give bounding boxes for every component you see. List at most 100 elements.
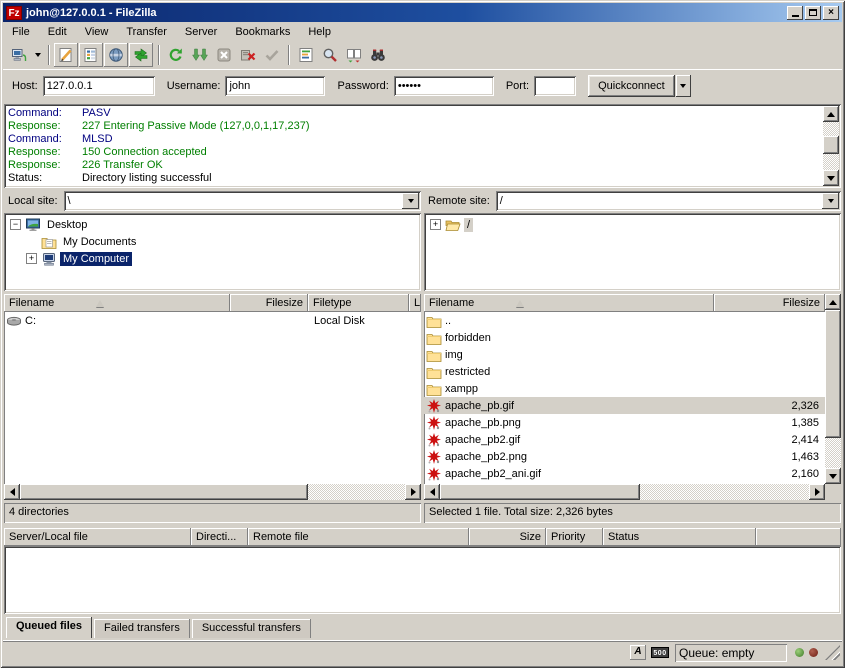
scroll-up-button[interactable] [825,294,841,310]
host-input[interactable] [43,76,155,96]
column-header-filename[interactable]: Filename [4,294,230,312]
folder-icon [426,313,442,329]
file-row[interactable]: apache_pb2.png 1,463 [424,448,825,465]
tab-failed-transfers[interactable]: Failed transfers [94,619,190,638]
queue-column-size[interactable]: Size [469,528,546,546]
file-name: C: [25,315,230,327]
file-row[interactable]: forbidden [424,329,825,346]
remote-site-combo[interactable]: / [496,191,841,211]
toggle-message-log-button[interactable] [54,43,78,67]
queue-column-remotefile[interactable]: Remote file [248,528,469,546]
queue-column-priority[interactable]: Priority [546,528,603,546]
file-row[interactable]: apache_pb2.gif 2,414 [424,431,825,448]
quickconnect-button[interactable]: Quickconnect [588,75,675,97]
close-icon: × [828,7,834,18]
password-input[interactable] [394,76,494,96]
remote-site-dropdown-button[interactable] [822,193,839,209]
local-site-label: Local site: [4,195,64,207]
expand-expander[interactable]: + [26,253,37,264]
file-search-button[interactable] [318,43,342,67]
resize-grip[interactable] [825,645,840,660]
activity-led-red [809,648,818,657]
port-input[interactable] [534,76,576,96]
quickconnect-dropdown-button[interactable] [676,75,691,97]
menu-transfer[interactable]: Transfer [117,24,176,40]
chevron-down-icon [828,199,834,203]
cancel-operation-button[interactable] [212,43,236,67]
tree-item-my-documents[interactable]: My Documents [6,233,419,250]
scroll-down-button[interactable] [825,468,841,484]
menu-edit[interactable]: Edit [39,24,76,40]
scroll-up-button[interactable] [823,106,839,122]
disconnect-button[interactable] [236,43,260,67]
status-bar: A 500 Queue: empty [3,640,842,665]
toggle-local-tree-button[interactable] [79,43,103,67]
local-site-dropdown-button[interactable] [402,193,419,209]
site-manager-dropdown-button[interactable] [31,43,44,67]
column-header-filetype[interactable]: Filetype [308,294,409,312]
synchronized-browsing-button[interactable] [366,43,390,67]
column-header-lastmodified[interactable]: L [409,294,421,312]
scroll-right-button[interactable] [405,484,421,500]
file-row-selected[interactable]: apache_pb.gif 2,326 [424,397,825,414]
scrollbar-thumb[interactable] [20,484,308,500]
column-header-filesize[interactable]: Filesize [230,294,308,312]
menu-bookmarks[interactable]: Bookmarks [226,24,299,40]
tab-successful-transfers[interactable]: Successful transfers [192,619,311,638]
file-name: apache_pb.gif [445,400,725,412]
site-manager-button[interactable] [7,43,31,67]
close-button[interactable]: × [823,6,839,20]
column-header-filename[interactable]: Filename [424,294,714,312]
menu-file[interactable]: File [3,24,39,40]
menu-server[interactable]: Server [176,24,226,40]
file-row[interactable]: img [424,346,825,363]
directory-comparison-button[interactable] [342,43,366,67]
local-site-combo[interactable]: \ [64,191,421,211]
refresh-button[interactable] [164,43,188,67]
scrollbar-thumb[interactable] [440,484,640,500]
tree-item-root[interactable]: + / [426,216,839,233]
scrollbar-thumb[interactable] [825,310,841,438]
collapse-expander[interactable]: − [10,219,21,230]
maximize-button[interactable] [805,6,821,20]
menu-view[interactable]: View [76,24,118,40]
scroll-left-button[interactable] [424,484,440,500]
remote-hscrollbar[interactable] [424,484,825,500]
tree-item-my-computer[interactable]: + My Computer [6,250,419,267]
scroll-left-button[interactable] [4,484,20,500]
column-header-filesize[interactable]: Filesize [714,294,825,312]
scroll-right-button[interactable] [809,484,825,500]
file-row[interactable]: xampp [424,380,825,397]
menu-help[interactable]: Help [299,24,340,40]
tree-item-desktop[interactable]: − Desktop [6,216,419,233]
disconnect-icon [240,47,256,63]
toggle-transfer-queue-button[interactable] [129,43,153,67]
scrollbar-thumb[interactable] [823,136,839,154]
local-hscrollbar[interactable] [4,484,421,500]
process-queue-button[interactable] [188,43,212,67]
file-name: restricted [445,366,725,378]
tab-queued-files[interactable]: Queued files [6,617,92,638]
queue-column-direction[interactable]: Directi... [191,528,248,546]
minimize-button[interactable] [787,6,803,20]
toggle-remote-tree-button[interactable] [104,43,128,67]
arrow-down-icon [829,474,837,479]
directory-listing-filters-button[interactable] [294,43,318,67]
image-file-icon [426,398,442,414]
file-row[interactable]: apache_pb.png 1,385 [424,414,825,431]
file-row[interactable]: .. [424,312,825,329]
abort-button[interactable] [260,43,284,67]
queue-column-serverlocal[interactable]: Server/Local file [4,528,191,546]
title-bar[interactable]: Fz john@127.0.0.1 - FileZilla × [3,3,842,22]
expand-expander[interactable]: + [430,219,441,230]
queue-column-status[interactable]: Status [603,528,756,546]
window-title: john@127.0.0.1 - FileZilla [26,7,785,19]
scroll-down-button[interactable] [823,170,839,186]
remote-vscrollbar[interactable] [825,294,841,484]
file-row[interactable]: apache_pb2_ani.gif 2,160 [424,465,825,482]
file-row[interactable]: restricted [424,363,825,380]
log-scrollbar[interactable] [823,106,839,186]
username-label: Username: [167,80,221,92]
file-row-c-drive[interactable]: C: Local Disk [4,312,421,329]
username-input[interactable] [225,76,325,96]
